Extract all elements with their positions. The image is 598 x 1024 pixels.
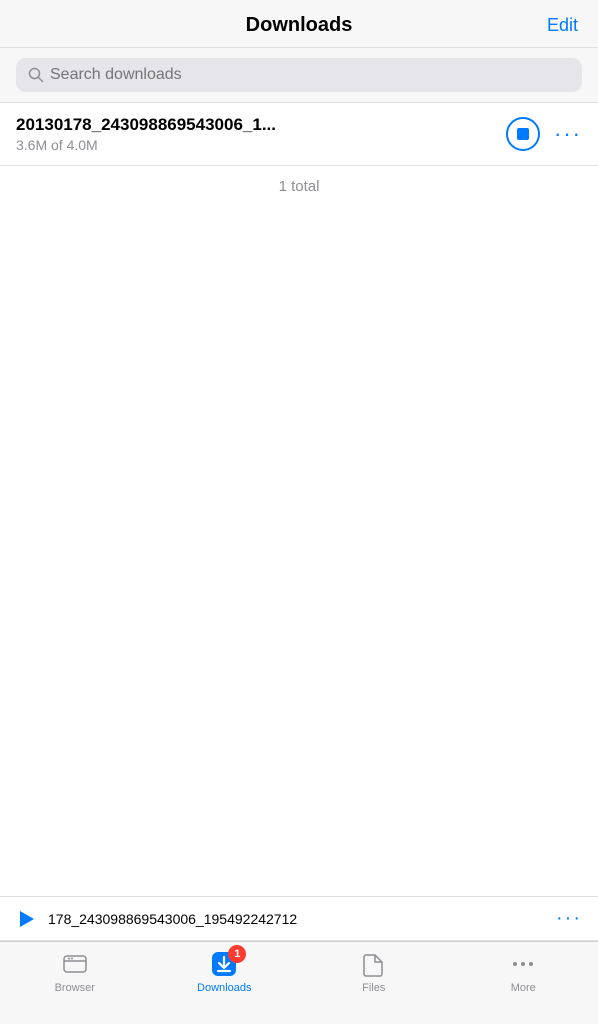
search-input[interactable] — [50, 66, 570, 84]
edit-button[interactable]: Edit — [528, 15, 578, 36]
tab-browser-icon-wrap — [61, 950, 89, 978]
download-size: 3.6M of 4.0M — [16, 137, 494, 153]
tab-downloads-label: Downloads — [197, 982, 251, 994]
stop-button[interactable] — [506, 117, 540, 151]
search-icon — [28, 67, 44, 83]
mini-more-button[interactable]: ··· — [556, 907, 582, 930]
download-info: 20130178_243098869543006_1... 3.6M of 4.… — [16, 115, 494, 153]
search-bar[interactable] — [16, 58, 582, 92]
tab-browser-label: Browser — [55, 982, 95, 994]
tab-more-icon-wrap — [509, 950, 537, 978]
download-filename: 20130178_243098869543006_1... — [16, 115, 494, 135]
more-options-button[interactable]: ··· — [554, 123, 582, 145]
tab-files-icon-wrap — [360, 950, 388, 978]
stop-icon — [517, 128, 529, 140]
mini-player: 178_243098869543006_195492242712 ··· — [0, 896, 598, 941]
total-label: 1 total — [0, 166, 598, 207]
tab-browser[interactable]: Browser — [0, 950, 150, 994]
tab-bar: Browser 1 Downloads Files — [0, 941, 598, 1024]
tab-downloads-badge: 1 — [228, 945, 246, 963]
tab-more[interactable]: More — [449, 950, 598, 994]
header: Downloads Edit — [0, 0, 598, 48]
tab-downloads[interactable]: 1 Downloads — [150, 950, 300, 994]
download-actions: ··· — [506, 117, 582, 151]
page-title: Downloads — [70, 14, 528, 37]
mini-play-button[interactable] — [16, 909, 36, 929]
download-item: 20130178_243098869543006_1... 3.6M of 4.… — [0, 103, 598, 166]
tab-files-label: Files — [362, 982, 385, 994]
mini-filename: 178_243098869543006_195492242712 — [48, 911, 544, 927]
tab-more-label: More — [511, 982, 536, 994]
search-bar-container — [0, 48, 598, 103]
tab-downloads-icon-wrap: 1 — [210, 950, 238, 978]
tab-files[interactable]: Files — [299, 950, 449, 994]
